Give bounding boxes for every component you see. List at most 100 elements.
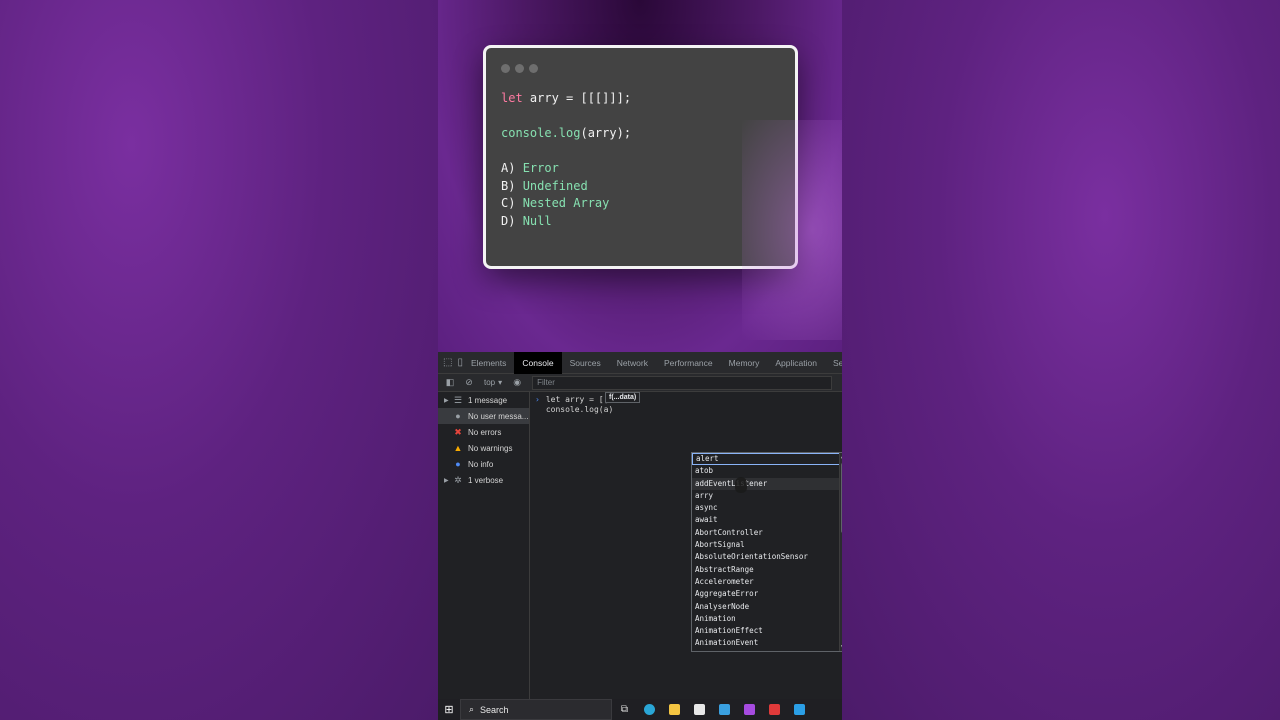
code-snippet: let arry = [[[]]]; console.log(arry); A)… [501, 90, 631, 230]
recorder-app-icon[interactable] [762, 699, 787, 720]
autocomplete-item[interactable]: AnimationEffect [692, 625, 842, 637]
autocomplete-item[interactable]: Accelerometer [692, 576, 842, 588]
devtools-tabbar: ⬚ ▯ Elements Console Sources Network Per… [438, 351, 842, 374]
scroll-up-icon[interactable]: ▲ [841, 454, 842, 460]
gear-icon: ✲ [454, 474, 462, 485]
dot-icon [529, 64, 538, 73]
console-text: console.log(a) [545, 405, 614, 414]
task-view-icon[interactable]: ⧉ [612, 699, 637, 720]
autocomplete-item[interactable]: AbortController [692, 527, 842, 539]
sidebar-item-user-messages[interactable]: ● No user messa... [438, 408, 529, 424]
option-a: A) Error [501, 160, 631, 178]
user-icon: ● [455, 411, 461, 421]
sidebar-item-label: No warnings [468, 443, 513, 453]
store-icon[interactable] [687, 699, 712, 720]
caret-right-icon: ▶ [444, 477, 449, 484]
tab-sources[interactable]: Sources [562, 352, 609, 374]
mail-icon[interactable] [712, 699, 737, 720]
autocomplete-item[interactable]: async [692, 502, 842, 514]
taskbar-search[interactable]: ⌕ Search [460, 699, 612, 720]
tab-memory[interactable]: Memory [721, 352, 768, 374]
option-b: B) Undefined [501, 178, 631, 196]
option-text: Error [522, 161, 559, 175]
option-text: Undefined [522, 178, 588, 193]
tab-application[interactable]: Application [767, 352, 825, 374]
mouse-pointer-icon [735, 477, 747, 493]
signature-hint: f(...data) [605, 392, 641, 403]
editor-app-icon[interactable] [737, 699, 762, 720]
autocomplete-item[interactable]: addEventListener [692, 477, 842, 490]
quiz-stage: let arry = [[[]]]; console.log(arry); A)… [438, 0, 842, 352]
sidebar-item-warnings[interactable]: ▲ No warnings [438, 440, 529, 456]
scroll-down-icon[interactable]: ▼ [841, 644, 842, 650]
clear-console-icon[interactable]: ⊘ [462, 376, 476, 390]
console-input-line[interactable]: › let arry = [[ [530, 395, 842, 405]
autocomplete-item[interactable]: atob [692, 465, 842, 477]
autocomplete-item[interactable]: AbstractRange [692, 564, 842, 576]
code-text: arry = [[[]]]; [522, 91, 632, 105]
sidebar-item-label: 1 verbose [468, 475, 504, 485]
option-text: Nested Array [522, 196, 610, 210]
autocomplete-item[interactable]: Animation [692, 613, 842, 625]
option-text: Null [522, 213, 552, 228]
windows-start-icon[interactable]: ⊞ [438, 699, 460, 720]
dot-icon [501, 64, 510, 73]
autocomplete-item[interactable]: AbortSignal [692, 539, 842, 551]
console-input-line[interactable]: ›console.log(a) [530, 405, 842, 415]
edge-browser-icon[interactable] [637, 699, 662, 720]
caret-right-icon: ▶ [444, 397, 449, 404]
autocomplete-scrollbar[interactable]: ▲ ▼ [839, 453, 842, 651]
console-output[interactable]: › let arry = [[ ›console.log(a) f(...data… [530, 392, 842, 699]
warning-icon: ▲ [453, 443, 463, 453]
autocomplete-item[interactable]: AggregateError [692, 588, 842, 600]
sidebar-item-label: No user messa... [468, 411, 529, 421]
context-selector[interactable]: top ▾ [484, 378, 502, 387]
console-sidebar: ▶ ☰ 1 message ● No user messa... ✖ No errors… [438, 392, 530, 699]
autocomplete-item[interactable]: arry [692, 490, 842, 502]
tab-elements[interactable]: Elements [463, 352, 514, 374]
filter-input[interactable]: Filter [532, 375, 833, 390]
scrollbar-thumb[interactable] [841, 463, 842, 533]
sidebar-item-label: No info [468, 459, 494, 469]
option-letter: D) [501, 213, 516, 228]
context-label: top [484, 378, 496, 387]
eye-icon[interactable]: ◉ [510, 376, 524, 390]
tab-performance[interactable]: Performance [656, 352, 721, 374]
autocomplete-item[interactable]: await [692, 514, 842, 526]
sidebar-item-errors[interactable]: ✖ No errors [438, 424, 529, 440]
autocomplete-item[interactable]: AnalyserNode [692, 601, 842, 613]
option-d: D) Null [501, 213, 631, 231]
vscode-icon[interactable] [787, 699, 812, 720]
autocomplete-dropdown[interactable]: alert atob addEventListener arry async a… [691, 452, 842, 652]
function-name: console.log [501, 126, 581, 140]
dot-icon [515, 64, 524, 73]
devtools-panel: ⬚ ▯ Elements Console Sources Network Per… [438, 351, 842, 699]
code-line-1: let arry = [[[]]]; [501, 90, 631, 108]
tab-console[interactable]: Console [514, 351, 562, 374]
sidebar-item-verbose[interactable]: ▶ ✲ 1 verbose [438, 472, 529, 488]
sidebar-item-info[interactable]: ● No info [438, 456, 529, 472]
prompt-icon: › [535, 395, 540, 404]
file-explorer-icon[interactable] [662, 699, 687, 720]
left-backdrop [0, 0, 438, 720]
sidebar-item-messages[interactable]: ▶ ☰ 1 message [438, 392, 529, 408]
option-letter: C) [501, 196, 516, 210]
autocomplete-item[interactable]: alert [692, 453, 842, 466]
chevron-down-icon: ▾ [498, 378, 503, 387]
window-dots [501, 64, 538, 73]
option-c: C) Nested Array [501, 195, 631, 213]
sidebar-toggle-icon[interactable]: ◧ [443, 376, 457, 390]
right-backdrop [842, 0, 1280, 720]
info-icon: ● [455, 459, 461, 469]
autocomplete-item[interactable]: AnimationEvent [692, 637, 842, 649]
error-icon: ✖ [454, 426, 462, 437]
tab-network[interactable]: Network [609, 352, 656, 374]
console-toolbar: ◧ ⊘ top ▾ ◉ Filter [438, 374, 842, 392]
console-text: let arry = [[ [545, 395, 609, 404]
autocomplete-item[interactable]: AbsoluteOrientationSensor [692, 551, 842, 563]
video-frame: let arry = [[[]]]; console.log(arry); A)… [438, 0, 842, 720]
option-letter: B) [501, 178, 516, 193]
tab-security[interactable]: Se [825, 352, 842, 374]
sidebar-item-label: No errors [468, 427, 502, 437]
inspect-icon[interactable]: ⬚ [443, 356, 452, 370]
